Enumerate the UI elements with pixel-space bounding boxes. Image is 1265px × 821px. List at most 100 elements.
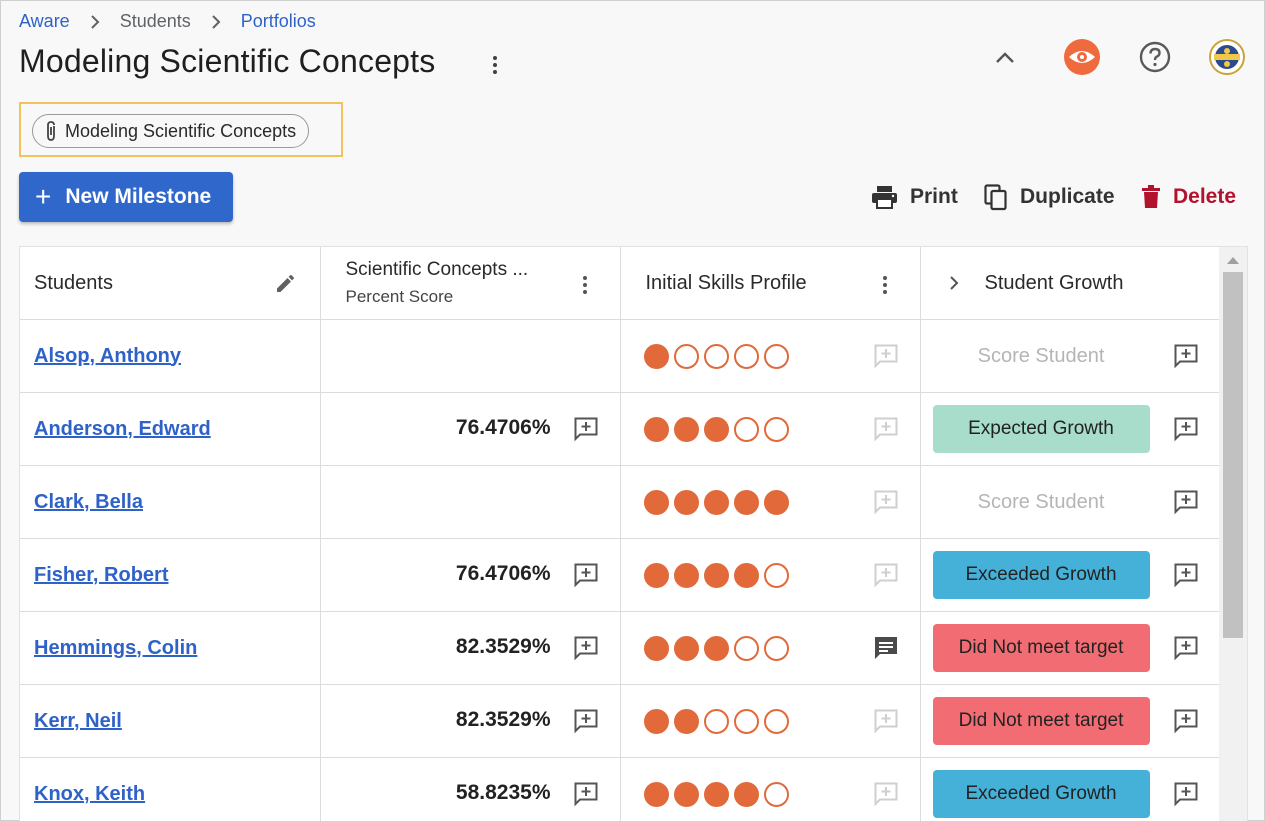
scrollbar-thumb[interactable] — [1223, 272, 1243, 638]
add-comment-icon[interactable] — [572, 415, 600, 443]
skill-dot[interactable] — [673, 344, 699, 369]
student-link[interactable]: Alsop, Anthony — [20, 345, 181, 368]
column-menu-icon[interactable] — [580, 274, 590, 296]
add-comment-icon[interactable] — [1172, 707, 1200, 735]
skill-dot[interactable] — [643, 563, 669, 588]
skill-dot[interactable] — [703, 636, 729, 661]
skill-dot[interactable] — [703, 563, 729, 588]
add-comment-icon[interactable] — [1172, 561, 1200, 589]
skill-dot[interactable] — [673, 709, 699, 734]
title-more-menu-icon[interactable] — [487, 53, 503, 79]
add-comment-icon[interactable] — [572, 707, 600, 735]
skill-dot[interactable] — [763, 344, 789, 369]
skill-rating[interactable] — [643, 636, 794, 661]
student-link[interactable]: Kerr, Neil — [20, 710, 122, 733]
skill-dot[interactable] — [643, 782, 669, 807]
add-comment-icon[interactable] — [1172, 634, 1200, 662]
skill-dot[interactable] — [763, 636, 789, 661]
skill-dot[interactable] — [643, 709, 669, 734]
avatar[interactable] — [1207, 37, 1247, 77]
add-comment-icon[interactable] — [872, 780, 900, 808]
skill-rating[interactable] — [643, 490, 794, 515]
skill-dot[interactable] — [703, 709, 729, 734]
add-comment-icon[interactable] — [872, 488, 900, 516]
skill-dot[interactable] — [763, 417, 789, 442]
skill-dot[interactable] — [733, 563, 759, 588]
skill-dot[interactable] — [733, 709, 759, 734]
student-link[interactable]: Fisher, Robert — [20, 564, 168, 587]
attachment-chip[interactable]: Modeling Scientific Concepts — [32, 114, 310, 148]
student-link[interactable]: Anderson, Edward — [20, 418, 211, 441]
vertical-scrollbar[interactable] — [1219, 247, 1247, 821]
skill-rating[interactable] — [643, 417, 794, 442]
new-milestone-button[interactable]: + New Milestone — [19, 172, 233, 222]
add-comment-icon[interactable] — [1172, 488, 1200, 516]
growth-badge[interactable]: Exceeded Growth — [932, 770, 1150, 818]
skill-dot[interactable] — [643, 344, 669, 369]
growth-badge[interactable]: Did Not meet target — [932, 624, 1150, 672]
add-comment-icon[interactable] — [872, 415, 900, 443]
skill-dot[interactable] — [733, 636, 759, 661]
skill-dot[interactable] — [703, 490, 729, 515]
skill-rating[interactable] — [643, 782, 794, 807]
col-initial-skills[interactable]: Initial Skills Profile — [620, 247, 921, 320]
duplicate-button[interactable]: Duplicate — [984, 181, 1115, 213]
score-student-button[interactable]: Score Student — [933, 486, 1150, 518]
skill-rating[interactable] — [643, 344, 794, 369]
percent-score: 76.4706% — [455, 416, 551, 439]
skill-dot[interactable] — [763, 782, 789, 807]
growth-badge[interactable]: Expected Growth — [932, 405, 1150, 453]
skill-dot[interactable] — [643, 636, 669, 661]
skill-dot[interactable] — [673, 636, 699, 661]
add-comment-icon[interactable] — [1172, 415, 1200, 443]
skill-dot[interactable] — [703, 344, 729, 369]
add-comment-icon[interactable] — [872, 342, 900, 370]
growth-badge[interactable]: Did Not meet target — [932, 697, 1150, 745]
pencil-icon[interactable] — [274, 271, 298, 301]
skill-dot[interactable] — [643, 417, 669, 442]
add-comment-icon[interactable] — [1172, 780, 1200, 808]
score-student-button[interactable]: Score Student — [933, 340, 1150, 372]
chevron-right-icon[interactable] — [949, 275, 959, 291]
scroll-up-arrow-icon[interactable] — [1227, 257, 1239, 264]
chevron-up-icon[interactable] — [985, 37, 1025, 77]
skill-dot[interactable] — [643, 490, 669, 515]
skill-dot[interactable] — [763, 709, 789, 734]
add-comment-icon[interactable] — [572, 634, 600, 662]
help-icon[interactable] — [1135, 37, 1175, 77]
skill-rating[interactable] — [643, 709, 794, 734]
skill-dot[interactable] — [673, 417, 699, 442]
skill-dot[interactable] — [733, 490, 759, 515]
add-comment-icon[interactable] — [872, 707, 900, 735]
comment-icon[interactable] — [872, 634, 900, 662]
breadcrumb-aware[interactable]: Aware — [19, 11, 70, 32]
delete-button[interactable]: Delete — [1141, 181, 1236, 213]
col-scientific-concepts[interactable]: Scientific Concepts ... Percent Score — [320, 247, 621, 320]
skill-dot[interactable] — [703, 417, 729, 442]
col-student-growth[interactable]: Student Growth — [920, 247, 1220, 320]
skill-dot[interactable] — [673, 782, 699, 807]
print-button[interactable]: Print — [871, 181, 958, 213]
skill-dot[interactable] — [733, 344, 759, 369]
column-menu-icon[interactable] — [880, 274, 890, 296]
skill-dot[interactable] — [703, 782, 729, 807]
add-comment-icon[interactable] — [1172, 342, 1200, 370]
skill-rating[interactable] — [643, 563, 794, 588]
breadcrumb-portfolios[interactable]: Portfolios — [241, 11, 316, 32]
eye-icon[interactable] — [1062, 37, 1102, 77]
growth-badge[interactable]: Exceeded Growth — [932, 551, 1150, 599]
skill-dot[interactable] — [673, 490, 699, 515]
student-link[interactable]: Clark, Bella — [20, 491, 143, 514]
chevron-right-icon — [86, 13, 104, 31]
student-link[interactable]: Knox, Keith — [20, 783, 145, 806]
breadcrumb-students[interactable]: Students — [120, 11, 191, 32]
add-comment-icon[interactable] — [572, 561, 600, 589]
skill-dot[interactable] — [763, 563, 789, 588]
skill-dot[interactable] — [733, 782, 759, 807]
skill-dot[interactable] — [733, 417, 759, 442]
student-link[interactable]: Hemmings, Colin — [20, 637, 197, 660]
add-comment-icon[interactable] — [572, 780, 600, 808]
skill-dot[interactable] — [673, 563, 699, 588]
skill-dot[interactable] — [763, 490, 789, 515]
add-comment-icon[interactable] — [872, 561, 900, 589]
